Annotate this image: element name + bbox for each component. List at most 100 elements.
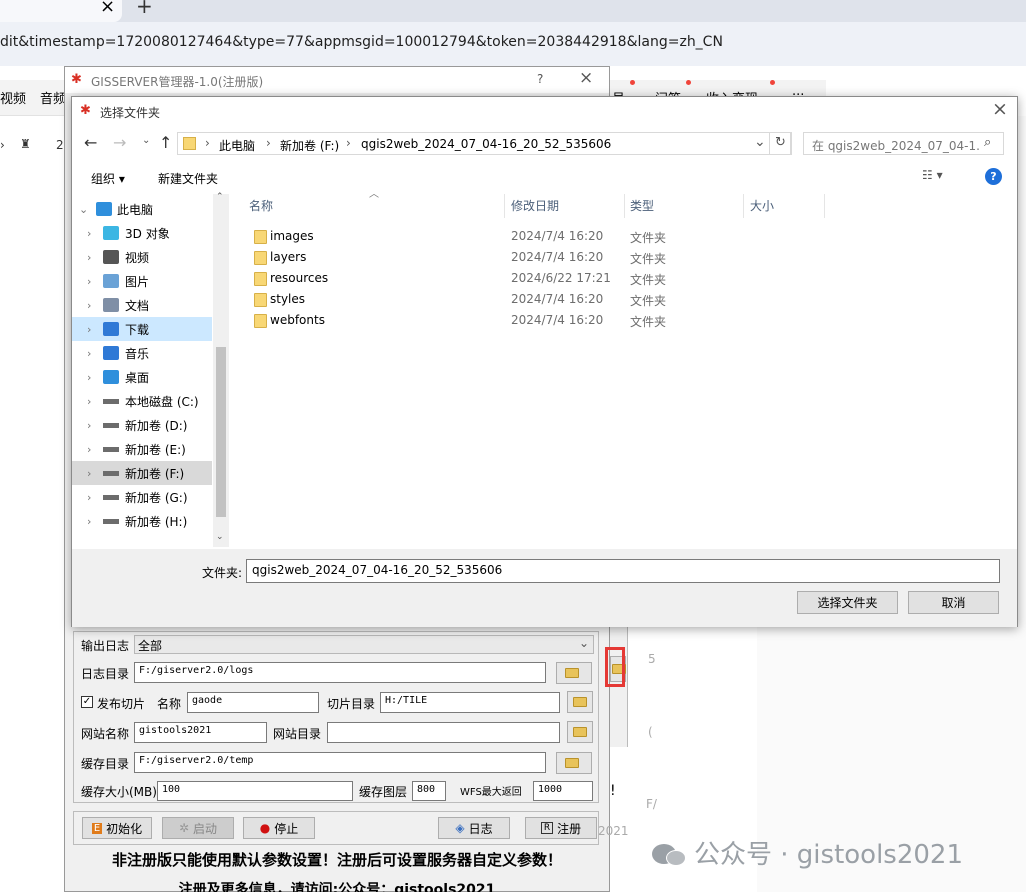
expand-right-icon[interactable]: ›	[87, 515, 91, 528]
nav-item-audio[interactable]: 音频	[40, 88, 66, 107]
breadcrumb-item-current[interactable]: qgis2web_2024_07_04-16_20_52_535606	[361, 137, 611, 151]
log-dir-input[interactable]: F:/giserver2.0/logs	[134, 662, 546, 683]
tree-item[interactable]: › 新加卷 (G:)	[72, 485, 212, 509]
scroll-up-icon[interactable]: ⌃	[216, 192, 224, 202]
tree-item[interactable]: › 图片	[72, 269, 212, 293]
forward-arrow-icon[interactable]: →	[113, 133, 126, 152]
expand-right-icon[interactable]: ›	[87, 467, 91, 480]
tree-item[interactable]: › 文档	[72, 293, 212, 317]
file-row[interactable]: webfonts 2024/7/4 16:20 文件夹	[248, 310, 718, 331]
file-date: 2024/7/4 16:20	[511, 229, 604, 243]
organize-menu[interactable]: 组织 ▾	[91, 170, 125, 187]
expand-right-icon[interactable]: ›	[87, 443, 91, 456]
tree-item[interactable]: › 新加卷 (D:)	[72, 413, 212, 437]
column-size-header[interactable]: 大小	[750, 197, 774, 214]
tile-dir-input[interactable]: H:/TILE	[380, 692, 560, 713]
cache-size-input[interactable]: 100	[157, 781, 353, 801]
cancel-button[interactable]: 取消	[908, 591, 999, 614]
url-text[interactable]: dit&timestamp=1720080127464&type=77&appm…	[0, 34, 723, 50]
init-button[interactable]: E 初始化	[82, 817, 152, 839]
cache-dir-input[interactable]: F:/giserver2.0/temp	[134, 752, 546, 773]
site-dir-browse-button[interactable]	[567, 721, 593, 743]
search-input[interactable]: 在 qgis2web_2024_07_04-1... ⌕	[803, 132, 1004, 155]
file-date: 2024/7/4 16:20	[511, 313, 604, 327]
new-folder-button[interactable]: 新建文件夹	[158, 170, 218, 187]
name-input[interactable]: gaode	[187, 692, 319, 713]
breadcrumb-item-drive-f[interactable]: 新加卷 (F:)	[280, 137, 339, 154]
tree-scrollbar-thumb[interactable]	[216, 347, 226, 517]
expand-down-icon[interactable]: ⌄	[79, 203, 88, 216]
log-output-select[interactable]: 全部 ⌄	[134, 635, 594, 654]
column-date-header[interactable]: 修改日期	[511, 197, 559, 214]
close-icon[interactable]: ×	[992, 98, 1008, 120]
column-divider[interactable]	[743, 194, 744, 218]
new-tab-icon[interactable]: +	[136, 0, 153, 18]
column-name-header[interactable]: 名称	[249, 197, 273, 214]
column-divider[interactable]	[504, 194, 505, 218]
tree-item[interactable]: › 新加卷 (F:)	[72, 461, 212, 485]
tree-item[interactable]: ⌄ 此电脑	[72, 197, 212, 221]
tree-item[interactable]: › 下载	[72, 317, 212, 341]
tree-item[interactable]: › 桌面	[72, 365, 212, 389]
log-button[interactable]: ◈ 日志	[438, 817, 510, 839]
expand-right-icon[interactable]: ›	[87, 227, 91, 240]
expand-right-icon[interactable]: ›	[87, 323, 91, 336]
file-row[interactable]: images 2024/7/4 16:20 文件夹	[248, 226, 718, 247]
expand-right-icon[interactable]: ›	[87, 395, 91, 408]
tree-item[interactable]: › 3D 对象	[72, 221, 212, 245]
site-dir-input[interactable]	[327, 722, 560, 743]
scroll-down-icon[interactable]: ⌄	[216, 532, 224, 542]
column-divider[interactable]	[824, 194, 825, 218]
expand-right-icon[interactable]: ›	[87, 419, 91, 432]
tile-dir-browse-button[interactable]	[567, 691, 593, 713]
tree-item[interactable]: › 本地磁盘 (C:)	[72, 389, 212, 413]
expand-right-icon[interactable]: ›	[87, 275, 91, 288]
breadcrumb[interactable]: › 此电脑 › 新加卷 (F:) › qgis2web_2024_07_04-1…	[177, 132, 791, 155]
log-dir-browse-button[interactable]	[556, 662, 592, 684]
folder-icon	[254, 314, 267, 328]
expand-right-icon[interactable]: ›	[87, 251, 91, 264]
start-button[interactable]: ✲ 启动	[162, 817, 234, 839]
cache-layers-label: 缓存图层	[359, 785, 408, 799]
expand-right-icon[interactable]: ›	[87, 371, 91, 384]
folder-icon	[565, 668, 579, 678]
cache-size-label: 缓存大小(MB)	[81, 785, 157, 799]
chevron-down-icon[interactable]: ⌄	[754, 134, 766, 150]
breadcrumb-item-this-pc[interactable]: 此电脑	[219, 137, 255, 154]
stop-button[interactable]: ● 停止	[243, 817, 315, 839]
register-button[interactable]: R 注册	[525, 817, 597, 839]
close-button[interactable]: ×	[579, 68, 593, 88]
expand-right-icon[interactable]: ›	[87, 347, 91, 360]
tree-item[interactable]: › 视频	[72, 245, 212, 269]
select-folder-button[interactable]: 选择文件夹	[797, 591, 898, 614]
back-arrow-icon[interactable]: ←	[84, 133, 97, 152]
up-arrow-icon[interactable]: ↑	[159, 133, 172, 152]
column-divider[interactable]	[624, 194, 625, 218]
site-name-input[interactable]: gistools2021	[134, 722, 267, 743]
expand-right-icon[interactable]: ›	[87, 491, 91, 504]
expand-right-icon[interactable]: ›	[87, 299, 91, 312]
file-row[interactable]: styles 2024/7/4 16:20 文件夹	[248, 289, 718, 310]
help-icon[interactable]: ?	[985, 168, 1002, 185]
tree-item[interactable]: › 音乐	[72, 341, 212, 365]
publish-tiles-checkbox[interactable]: ✓	[81, 696, 93, 708]
view-options-icon[interactable]: ☷ ▾	[922, 168, 943, 182]
tree-item[interactable]: › 新加卷 (E:)	[72, 437, 212, 461]
wfs-max-stepper[interactable]: 1000	[533, 781, 593, 801]
cache-dir-browse-button[interactable]	[556, 752, 592, 774]
column-type-header[interactable]: 类型	[630, 197, 654, 214]
tree-item[interactable]: › 新加卷 (H:)	[72, 509, 212, 533]
browser-tab-active[interactable]: ×	[0, 0, 122, 22]
file-row[interactable]: layers 2024/7/4 16:20 文件夹	[248, 247, 718, 268]
format-brush-icon[interactable]: ♜	[20, 137, 31, 151]
tab-close-icon[interactable]: ×	[100, 0, 115, 17]
nav-item-video[interactable]: 视频	[0, 88, 26, 107]
register-button-label: 注册	[557, 821, 582, 836]
folder-input[interactable]: qgis2web_2024_07_04-16_20_52_535606	[246, 559, 1000, 583]
cache-layers-stepper[interactable]: 800	[412, 781, 446, 801]
help-button[interactable]: ?	[537, 72, 543, 86]
chevron-right-icon[interactable]: ›	[0, 138, 5, 152]
recent-chevron-icon[interactable]: ⌄	[142, 135, 150, 146]
refresh-button[interactable]: ↻	[769, 132, 792, 155]
file-row[interactable]: resources 2024/6/22 17:21 文件夹	[248, 268, 718, 289]
